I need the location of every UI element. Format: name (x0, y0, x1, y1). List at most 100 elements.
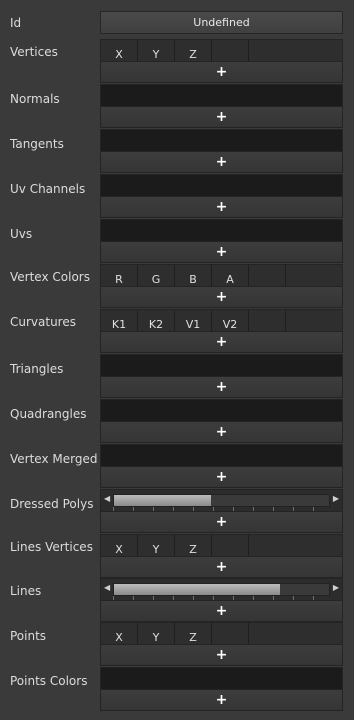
column-header[interactable]: X (101, 535, 138, 556)
uv-channels-field[interactable] (101, 175, 342, 197)
vertex-merged-field[interactable] (101, 445, 342, 467)
add-lines-button[interactable]: + (101, 601, 342, 621)
add-vertex-merged-button[interactable]: + (101, 467, 342, 487)
plus-icon: + (215, 559, 228, 575)
add-curvatures-button[interactable]: + (101, 332, 342, 352)
label-normals: Normals (10, 92, 60, 106)
lines-vertices-widget: X Y Z + (100, 534, 343, 578)
column-ticks (113, 507, 330, 511)
curvatures-columns: K1 K2 V1 V2 (101, 310, 342, 332)
add-vertices-button[interactable]: + (101, 62, 342, 82)
triangles-field[interactable] (101, 355, 342, 377)
label-dressed-polys: Dressed Polys (10, 497, 94, 511)
plus-icon: + (215, 603, 228, 619)
add-tangents-button[interactable]: + (101, 152, 342, 172)
lines-widget: ◀ ▶ + (100, 578, 343, 622)
label-curvatures: Curvatures (10, 315, 76, 329)
label-uvs: Uvs (10, 227, 33, 241)
dressed-polys-scrollbar[interactable]: ◀ ▶ (101, 490, 342, 512)
plus-icon: + (215, 334, 228, 350)
column-header[interactable]: Y (138, 623, 175, 644)
id-value-field[interactable]: Undefined (100, 11, 343, 34)
label-uv-channels: Uv Channels (10, 182, 86, 196)
add-triangles-button[interactable]: + (101, 377, 342, 397)
points-widget: X Y Z + (100, 622, 343, 666)
quadrangles-widget: + (100, 399, 343, 443)
scrollbar-thumb[interactable] (114, 584, 280, 595)
add-quadrangles-button[interactable]: + (101, 422, 342, 442)
label-tangents: Tangents (10, 137, 64, 151)
label-id: Id (10, 16, 22, 30)
plus-icon: + (215, 514, 228, 530)
add-uvs-button[interactable]: + (101, 242, 342, 262)
normals-widget: + (100, 84, 343, 128)
column-header[interactable]: V1 (175, 310, 212, 331)
add-vertex-colors-button[interactable]: + (101, 287, 342, 307)
column-header[interactable]: A (212, 265, 249, 286)
scrollbar-thumb[interactable] (114, 495, 211, 506)
column-header[interactable]: V2 (212, 310, 249, 331)
dressed-polys-widget: ◀ ▶ + (100, 489, 343, 533)
label-lines: Lines (10, 584, 42, 598)
label-vertex-colors: Vertex Colors (10, 270, 90, 284)
add-points-button[interactable]: + (101, 645, 342, 665)
quadrangles-field[interactable] (101, 400, 342, 422)
column-header[interactable]: R (101, 265, 138, 286)
curvatures-widget: K1 K2 V1 V2 + (100, 309, 343, 353)
column-header[interactable]: K2 (138, 310, 175, 331)
column-header[interactable] (249, 310, 286, 331)
column-header[interactable]: K1 (101, 310, 138, 331)
column-header[interactable]: X (101, 40, 138, 61)
column-header[interactable] (249, 265, 286, 286)
column-ticks (113, 596, 330, 600)
scrollbar-track[interactable] (113, 583, 330, 596)
column-header[interactable]: Z (175, 40, 212, 61)
column-header[interactable]: Y (138, 40, 175, 61)
plus-icon: + (215, 64, 228, 80)
column-header[interactable] (212, 535, 249, 556)
scrollbar-track[interactable] (113, 494, 330, 507)
column-header[interactable]: Z (175, 623, 212, 644)
column-header[interactable]: G (138, 265, 175, 286)
label-lines-vertices: Lines Vertices (10, 540, 93, 554)
column-header[interactable]: B (175, 265, 212, 286)
add-lines-vertices-button[interactable]: + (101, 557, 342, 577)
plus-icon: + (215, 289, 228, 305)
tangents-field[interactable] (101, 130, 342, 152)
points-colors-widget: + (100, 667, 343, 711)
arrow-left-icon[interactable]: ◀ (104, 494, 110, 503)
column-header[interactable] (212, 623, 249, 644)
label-vertices: Vertices (10, 45, 58, 59)
vertices-columns: X Y Z (101, 40, 342, 62)
label-triangles: Triangles (10, 362, 64, 376)
add-points-colors-button[interactable]: + (101, 690, 342, 710)
uvs-widget: + (100, 219, 343, 263)
arrow-left-icon[interactable]: ◀ (104, 583, 110, 592)
column-header[interactable]: Z (175, 535, 212, 556)
column-header[interactable]: X (101, 623, 138, 644)
lines-scrollbar[interactable]: ◀ ▶ (101, 579, 342, 601)
add-dressed-polys-button[interactable]: + (101, 512, 342, 532)
plus-icon: + (215, 154, 228, 170)
points-columns: X Y Z (101, 623, 342, 645)
plus-icon: + (215, 379, 228, 395)
triangles-widget: + (100, 354, 343, 398)
points-colors-field[interactable] (101, 668, 342, 690)
plus-icon: + (215, 244, 228, 260)
plus-icon: + (215, 199, 228, 215)
uv-channels-widget: + (100, 174, 343, 218)
label-points: Points (10, 629, 47, 643)
add-normals-button[interactable]: + (101, 107, 342, 127)
label-vertex-merged: Vertex Merged (10, 452, 98, 466)
column-header[interactable]: Y (138, 535, 175, 556)
label-points-colors: Points Colors (10, 674, 88, 688)
uvs-field[interactable] (101, 220, 342, 242)
arrow-right-icon[interactable]: ▶ (333, 494, 339, 503)
vertex-colors-widget: R G B A + (100, 264, 343, 308)
add-uv-channels-button[interactable]: + (101, 197, 342, 217)
arrow-right-icon[interactable]: ▶ (333, 583, 339, 592)
plus-icon: + (215, 109, 228, 125)
label-quadrangles: Quadrangles (10, 407, 87, 421)
normals-field[interactable] (101, 85, 342, 107)
column-header[interactable] (212, 40, 249, 61)
